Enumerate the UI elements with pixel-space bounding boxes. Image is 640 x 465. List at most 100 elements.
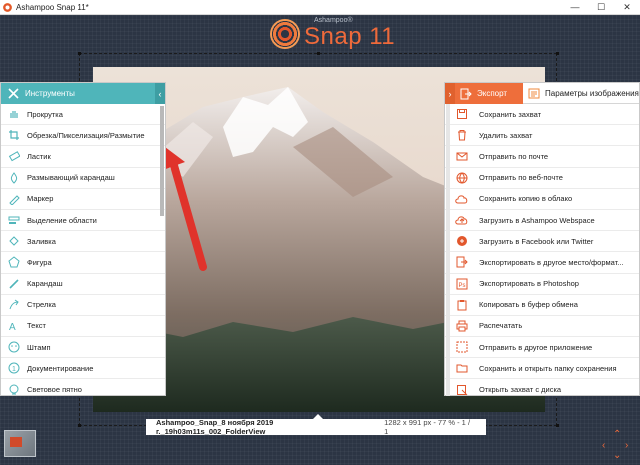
highlight-area-icon: [1, 210, 27, 230]
share-icon: [445, 231, 479, 251]
clipboard-icon: [445, 295, 479, 315]
mail-icon: [445, 146, 479, 166]
export-label: Загрузить в Facebook или Twitter: [479, 236, 594, 246]
tool-stamp[interactable]: Штамп: [1, 337, 165, 359]
export-cloud-copy[interactable]: Сохранить копию в облако: [445, 189, 639, 210]
resize-handle-tl[interactable]: [78, 52, 81, 55]
nav-right-icon[interactable]: ›: [625, 440, 628, 451]
export-print[interactable]: Распечатать: [445, 316, 639, 338]
export-webmail[interactable]: Отправить по веб-почте: [445, 168, 639, 189]
tool-label: Световое пятно: [27, 385, 82, 395]
nav-down-icon[interactable]: ⌄: [613, 450, 621, 461]
svg-text:A: A: [9, 322, 16, 332]
export-scrollbar[interactable]: [446, 104, 450, 396]
logo-company: Ashampoo®: [314, 17, 353, 24]
window-title: Ashampoo Snap 11*: [16, 2, 89, 12]
tool-label: Маркер: [27, 194, 54, 204]
shape-icon: [1, 252, 27, 272]
text-icon: A: [1, 316, 27, 336]
export-open-from-disk[interactable]: Открыть захват с диска: [445, 379, 639, 396]
app-icon: [3, 2, 12, 12]
tool-crop[interactable]: Обрезка/Пикселизация/Размытие: [1, 125, 165, 147]
export-photoshop[interactable]: Ps Экспортировать в Photoshop: [445, 274, 639, 295]
eraser-icon: [1, 146, 27, 166]
tools-title: Инструменты: [25, 89, 75, 98]
export-other-format[interactable]: Экспортировать в другое место/формат...: [445, 252, 639, 274]
export-icon: [445, 252, 479, 272]
tool-label: Карандаш: [27, 279, 63, 289]
tool-label: Штамп: [27, 342, 51, 352]
tool-label: Фигура: [27, 257, 52, 267]
tool-label: Обрезка/Пикселизация/Размытие: [27, 130, 145, 140]
close-button[interactable]: ✕: [614, 0, 640, 15]
ashampoo-logo-icon: [270, 19, 300, 49]
nav-left-icon[interactable]: ‹: [602, 440, 605, 451]
file-info-bar: Ashampoo_Snap_8 ноября 2019 г._19h03m11s…: [146, 418, 486, 436]
collapse-export-button[interactable]: ›: [445, 83, 455, 104]
tool-marker[interactable]: Маркер: [1, 189, 165, 210]
tools-header[interactable]: Инструменты ‹: [1, 83, 165, 104]
tool-shape[interactable]: Фигура: [1, 252, 165, 274]
export-clipboard[interactable]: Копировать в буфер обмена: [445, 295, 639, 316]
cloud-icon: [445, 189, 479, 209]
tool-scroll[interactable]: Прокрутка: [1, 104, 165, 126]
export-label: Удалить захват: [479, 130, 533, 140]
tool-label: Стрелка: [27, 300, 56, 310]
export-webspace[interactable]: Загрузить в Ashampoo Webspace: [445, 210, 639, 232]
tool-spotlight[interactable]: Световое пятно: [1, 379, 165, 396]
tab-params-label: Параметры изображения: [545, 88, 639, 98]
export-social[interactable]: Загрузить в Facebook или Twitter: [445, 231, 639, 253]
export-label: Экспортировать в Photoshop: [479, 279, 579, 289]
export-other-app[interactable]: Отправить в другое приложение: [445, 337, 639, 359]
resize-handle-br[interactable]: [556, 424, 559, 427]
numbering-icon: 1: [1, 358, 27, 378]
photoshop-icon: Ps: [445, 274, 479, 294]
open-app-icon: [445, 337, 479, 357]
crop-icon: [1, 125, 27, 145]
tool-fill[interactable]: Заливка: [1, 231, 165, 253]
tool-numbering[interactable]: 1 Документирование: [1, 358, 165, 380]
collapse-tools-button[interactable]: ‹: [155, 83, 165, 104]
export-mail[interactable]: Отправить по почте: [445, 146, 639, 168]
svg-text:1: 1: [12, 366, 16, 373]
export-open-folder[interactable]: Сохранить и открыть папку сохранения: [445, 358, 639, 380]
export-list: Сохранить захват Удалить захват Отправит…: [445, 104, 639, 396]
tool-pencil[interactable]: Карандаш: [1, 274, 165, 295]
tab-export[interactable]: Экспорт: [455, 83, 523, 104]
tool-eraser[interactable]: Ластик: [1, 146, 165, 168]
spotlight-icon: [1, 380, 27, 396]
resize-handle-tr[interactable]: [556, 52, 559, 55]
tools-icon: [1, 83, 25, 104]
export-save[interactable]: Сохранить захват: [445, 104, 639, 126]
tool-blur-pencil[interactable]: Размывающий карандаш: [1, 168, 165, 189]
tool-label: Документирование: [27, 363, 94, 373]
export-delete[interactable]: Удалить захват: [445, 125, 639, 147]
tool-arrow[interactable]: Стрелка: [1, 295, 165, 316]
minimize-button[interactable]: —: [562, 0, 588, 15]
maximize-button[interactable]: ☐: [588, 0, 614, 15]
tool-label: Текст: [27, 321, 46, 331]
resize-handle-t[interactable]: [317, 52, 320, 55]
export-label: Открыть захват с диска: [479, 385, 562, 395]
tool-label: Заливка: [27, 236, 56, 246]
logo-product: Snap 11: [304, 23, 396, 50]
tools-panel: Инструменты ‹ Прокрутка Обрезка/Пикселиз…: [0, 82, 166, 396]
navigation-pad[interactable]: ⌃ ‹ › ⌄: [600, 429, 634, 463]
tool-label: Размывающий карандаш: [27, 173, 115, 183]
nav-up-icon[interactable]: ⌃: [613, 429, 621, 440]
open-file-icon: [445, 380, 479, 396]
tool-highlight-area[interactable]: Выделение области: [1, 210, 165, 232]
tab-image-params[interactable]: Параметры изображения: [523, 83, 639, 104]
tools-scrollbar[interactable]: [160, 106, 164, 216]
marker-icon: [1, 189, 27, 209]
folder-icon: [445, 358, 479, 378]
hand-icon: [1, 104, 27, 124]
blur-pencil-icon: [1, 168, 27, 188]
capture-filename: Ashampoo_Snap_8 ноября 2019 г._19h03m11s…: [156, 418, 274, 436]
tool-label: Выделение области: [27, 215, 97, 225]
title-bar: Ashampoo Snap 11* — ☐ ✕: [0, 0, 640, 15]
resize-handle-bl[interactable]: [78, 424, 81, 427]
tool-label: Ластик: [27, 151, 51, 161]
tool-text[interactable]: A Текст: [1, 316, 165, 338]
capture-thumbnail[interactable]: [4, 430, 36, 457]
